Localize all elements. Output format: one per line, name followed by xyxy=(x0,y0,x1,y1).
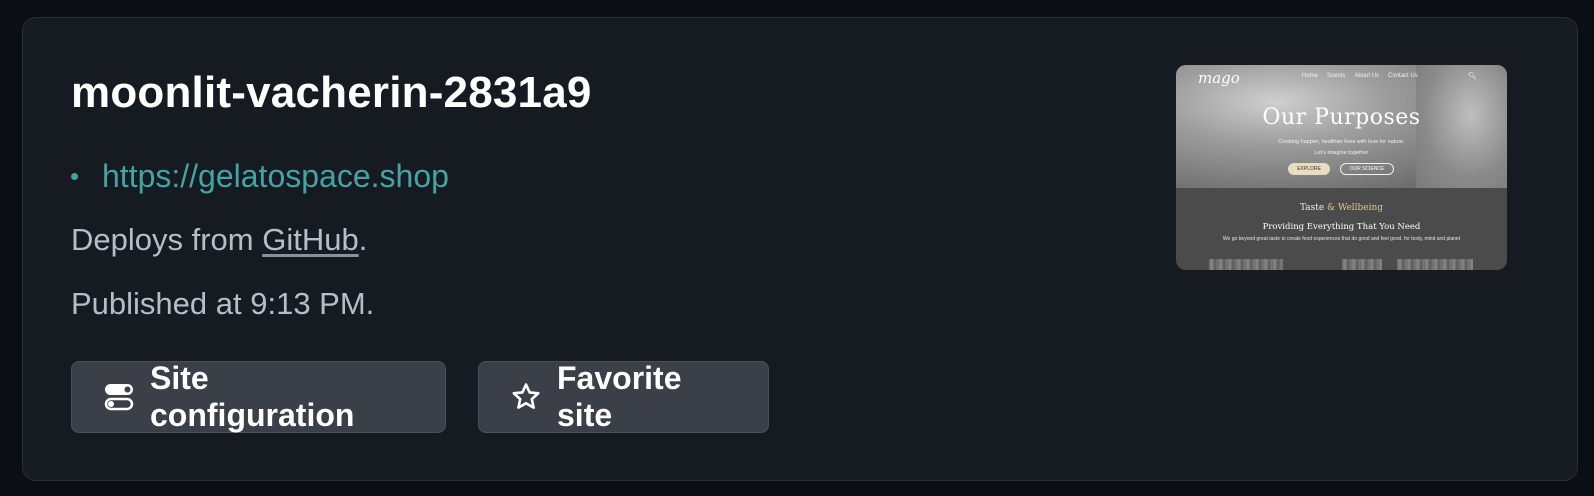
favorite-site-label: Favorite site xyxy=(557,360,682,433)
thumbnail-nav-item: Scents xyxy=(1327,73,1346,79)
thumbnail-image-strip xyxy=(1209,259,1283,270)
thumbnail-image-strip xyxy=(1397,259,1473,270)
thumbnail-image-strip xyxy=(1342,259,1382,270)
site-name: moonlit-vacherin-2831a9 xyxy=(71,68,592,117)
published-time: Published at 9:13 PM. xyxy=(71,286,375,321)
thumbnail-explore-button: EXPLORE xyxy=(1288,163,1330,175)
toggles-icon xyxy=(104,382,134,412)
site-card: moonlit-vacherin-2831a9 https://gelatosp… xyxy=(22,17,1578,481)
thumbnail-subtagline: Let's imagine together xyxy=(1314,150,1369,156)
taste-amp: & xyxy=(1327,203,1336,213)
wellbeing-word: Wellbeing xyxy=(1337,203,1384,213)
thumbnail-providing-heading: Providing Everything That You Need xyxy=(1262,222,1421,232)
thumbnail-taste-heading: Taste & Wellbeing xyxy=(1176,203,1507,213)
deploys-prefix: Deploys from xyxy=(71,222,263,257)
taste-word: Taste xyxy=(1299,203,1325,213)
thumbnail-description: We go beyond great taste to create food … xyxy=(1222,236,1461,242)
site-configuration-label: Site configuration xyxy=(150,360,355,433)
thumbnail-logo: mago xyxy=(1198,69,1240,87)
thumbnail-tagline: Creating happier, healthier lives with l… xyxy=(1278,139,1405,145)
thumbnail-nav-item: Home xyxy=(1302,73,1319,79)
thumbnail-nav-item: About Us xyxy=(1354,73,1380,79)
url-bullet xyxy=(71,173,78,180)
github-link[interactable]: GitHub xyxy=(262,222,358,257)
thumbnail-science-button: OUR SCIENCE xyxy=(1340,163,1394,175)
deploy-source-text: Deploys from GitHub. xyxy=(71,222,367,258)
favorite-site-button[interactable]: Favorite site xyxy=(478,360,769,433)
thumbnail-heading: Our Purposes xyxy=(1262,105,1421,130)
site-configuration-button[interactable]: Site configuration xyxy=(71,360,446,433)
thumbnail-nav-item: Contact Us xyxy=(1388,73,1418,79)
site-preview-thumbnail[interactable]: mago Home Scents About Us Contact Us 🔍︎ … xyxy=(1176,65,1507,270)
thumbnail-nav: Home Scents About Us Contact Us xyxy=(1302,73,1418,79)
site-url-link[interactable]: https://gelatospace.shop xyxy=(102,158,449,195)
site-url-row: https://gelatospace.shop xyxy=(71,158,449,195)
star-icon xyxy=(511,382,541,412)
thumbnail-search-icon: 🔍︎ xyxy=(1468,72,1477,80)
deploys-suffix: . xyxy=(358,222,368,257)
